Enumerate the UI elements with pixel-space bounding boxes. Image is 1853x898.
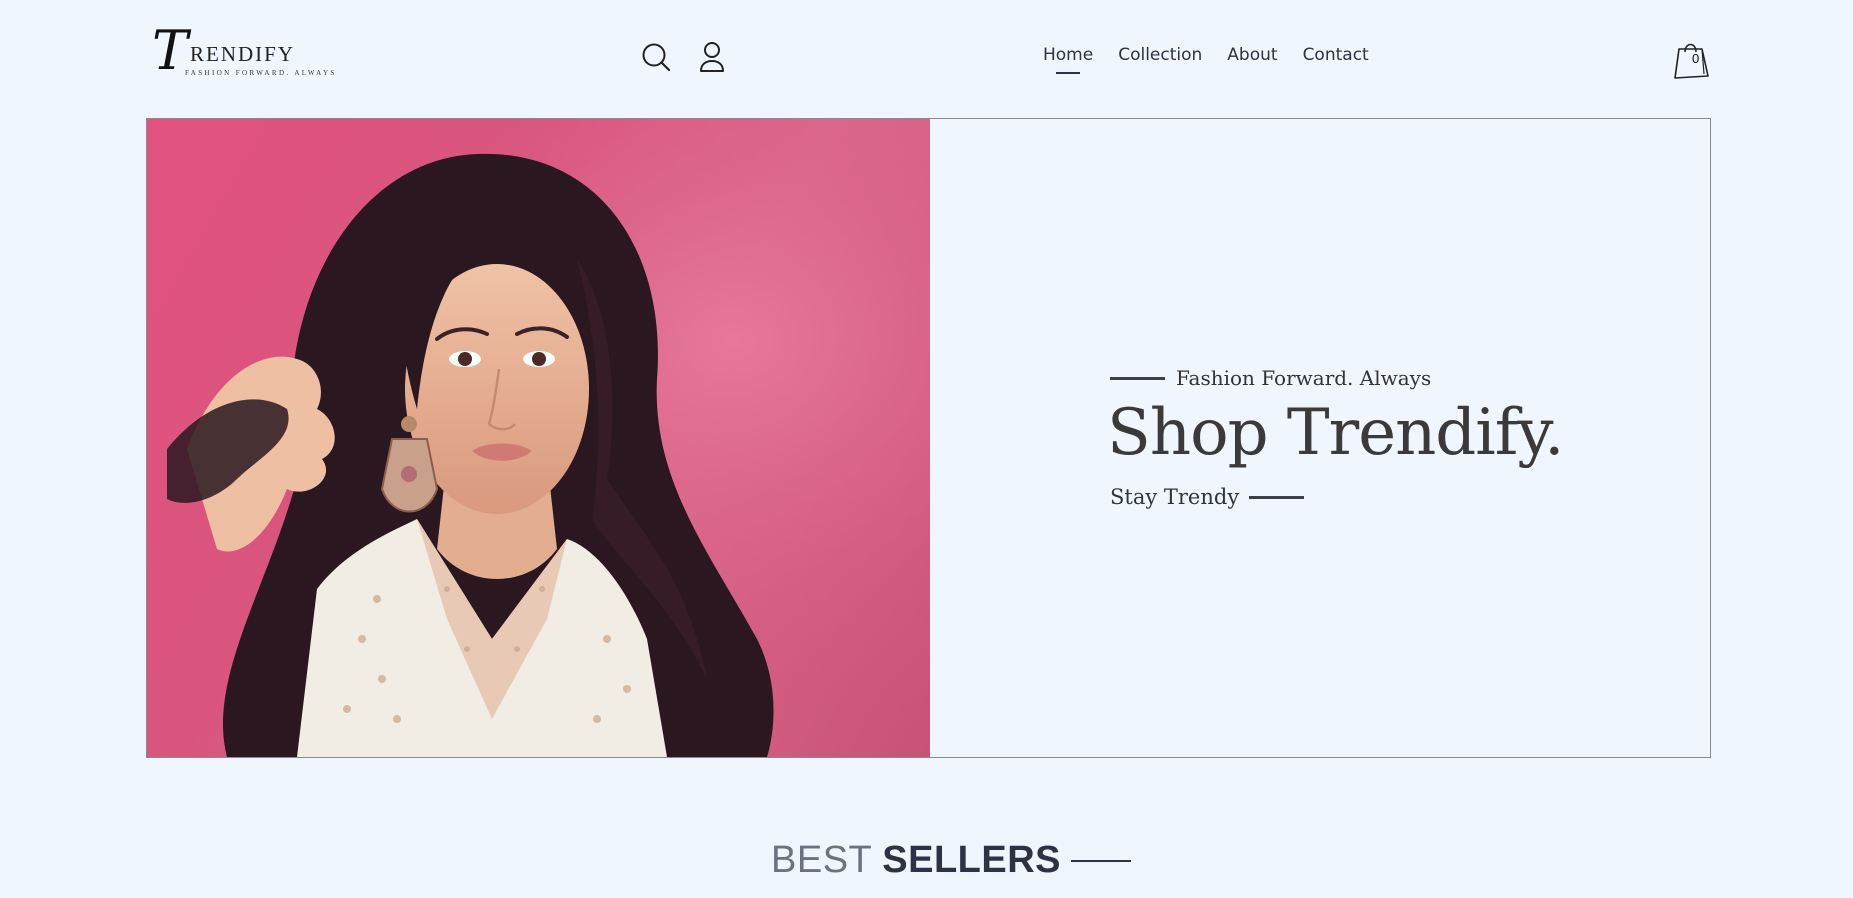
tagline-dash <box>1110 376 1165 380</box>
brand-logo[interactable]: T RENDIFY FASHION FORWARD. ALWAYS <box>152 24 334 85</box>
page: T RENDIFY FASHION FORWARD. ALWAYS Home C… <box>0 0 1853 898</box>
hero-headline: Shop Trendify. <box>1107 396 1564 470</box>
logo-word: RENDIFY <box>190 42 296 66</box>
title-bold: SELLERS <box>882 839 1061 881</box>
main-nav: Home Collection About Contact <box>1043 44 1369 66</box>
user-icon <box>700 42 724 72</box>
subline-row: Stay Trendy <box>1110 485 1305 509</box>
search-button[interactable] <box>641 42 671 72</box>
tagline-row: Fashion Forward. Always <box>1110 366 1431 390</box>
nav-contact[interactable]: Contact <box>1303 44 1369 66</box>
subline-dash <box>1249 495 1305 499</box>
nav-collection[interactable]: Collection <box>1118 44 1202 66</box>
logo-letter: T <box>152 19 189 82</box>
hero-tagline: Fashion Forward. Always <box>1176 366 1432 390</box>
hero-text: Fashion Forward. Always Shop Trendify. S… <box>1107 119 1670 757</box>
best-sellers-title: BEST SELLERS <box>771 839 1131 882</box>
nav-about[interactable]: About <box>1227 44 1277 66</box>
account-button[interactable] <box>697 40 727 74</box>
hero-banner: Fashion Forward. Always Shop Trendify. S… <box>146 118 1711 758</box>
search-icon <box>642 43 671 72</box>
title-light: BEST <box>771 839 873 881</box>
title-dash <box>1071 859 1131 862</box>
logo-tagline: FASHION FORWARD. ALWAYS <box>185 69 337 77</box>
model-portrait-illustration <box>147 119 930 757</box>
cart-button[interactable]: 0 <box>1672 36 1712 80</box>
hero-subline: Stay Trendy <box>1110 485 1240 509</box>
site-header: T RENDIFY FASHION FORWARD. ALWAYS Home C… <box>0 0 1853 118</box>
cart-count: 0 <box>1692 51 1700 66</box>
nav-home[interactable]: Home <box>1043 44 1093 66</box>
hero-image <box>147 119 930 757</box>
